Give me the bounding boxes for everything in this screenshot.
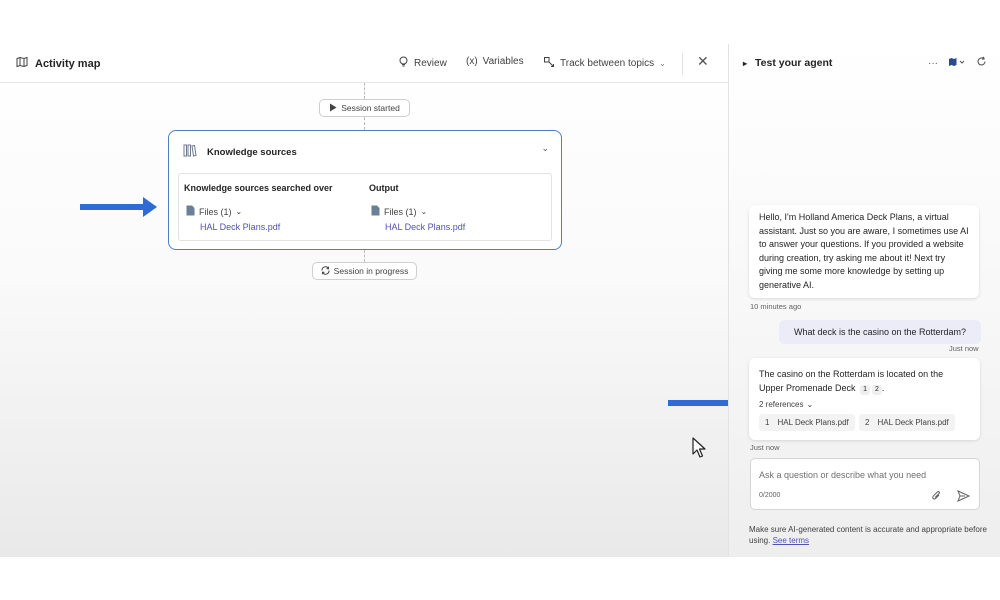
agent-greeting-message: Hello, I'm Holland America Deck Plans, a… (749, 205, 979, 298)
user-message: What deck is the casino on the Rotterdam… (779, 320, 981, 344)
test-agent-panel: ▸ Test your agent ··· Hello, I'm Holland… (728, 44, 1000, 557)
chat-input-box[interactable]: Ask a question or describe what you need… (750, 458, 980, 510)
references-label: 2 references (759, 400, 804, 409)
app-frame: Activity map Review (x) Variables Track … (0, 44, 1000, 557)
more-options-icon[interactable]: ··· (928, 58, 938, 69)
knowledge-details: Knowledge sources searched over Output F… (178, 173, 552, 241)
activity-map-header: Activity map Review (x) Variables Track … (0, 44, 728, 83)
chevron-right-icon: ▸ (743, 58, 748, 68)
track-between-topics-button[interactable]: Track between topics ⌄ (543, 56, 666, 71)
refresh-icon[interactable] (976, 56, 987, 70)
knowledge-sources-heading: Knowledge sources (183, 144, 297, 160)
user-message-timestamp: Just now (949, 344, 979, 353)
chevron-down-icon[interactable]: ⌄ (541, 143, 549, 154)
library-icon (183, 144, 197, 160)
session-started-node[interactable]: Session started (319, 99, 410, 117)
sync-icon (321, 265, 330, 277)
output-file-link[interactable]: HAL Deck Plans.pdf (385, 222, 465, 232)
activity-map-title: Activity map (16, 56, 100, 71)
answer-timestamp: Just now (750, 443, 780, 452)
review-label: Review (414, 58, 447, 69)
answer-text-line: The casino on the Rotterdam is located o… (759, 368, 970, 395)
document-icon (371, 205, 380, 218)
test-agent-title[interactable]: ▸ Test your agent (743, 57, 832, 69)
track-icon (543, 56, 555, 71)
chevron-down-icon: ⌄ (659, 59, 666, 68)
searched-files-toggle[interactable]: Files (1) ⌄ (186, 205, 242, 218)
greeting-text: Hello, I'm Holland America Deck Plans, a… (759, 212, 969, 290)
output-header: Output (369, 183, 399, 193)
test-agent-actions: ··· (928, 56, 987, 70)
references-toggle[interactable]: 2 references ⌄ (759, 398, 813, 412)
reference-chip-1[interactable]: 1 HAL Deck Plans.pdf (759, 414, 855, 431)
chat-input-placeholder[interactable]: Ask a question or describe what you need (759, 470, 926, 480)
user-message-text: What deck is the casino on the Rotterdam… (793, 327, 967, 337)
map-icon (16, 56, 28, 71)
citation-2[interactable]: 2 (871, 384, 882, 395)
output-files-toggle[interactable]: Files (1) ⌄ (371, 205, 427, 218)
activity-map-title-text: Activity map (35, 57, 101, 70)
citation-1[interactable]: 1 (860, 384, 870, 395)
knowledge-sources-title: Knowledge sources (207, 146, 297, 158)
track-label: Track between topics (560, 58, 655, 69)
review-button[interactable]: Review (398, 56, 447, 71)
session-in-progress-node[interactable]: Session in progress (312, 262, 417, 280)
test-agent-title-text: Test your agent (755, 57, 833, 69)
searched-file-link[interactable]: HAL Deck Plans.pdf (200, 222, 280, 232)
test-agent-header: ▸ Test your agent ··· (729, 44, 1000, 83)
chevron-down-icon: ⌄ (806, 400, 814, 409)
answer-end: . (881, 382, 885, 393)
session-in-progress-label: Session in progress (333, 266, 409, 276)
greeting-timestamp: 10 minutes ago (750, 302, 802, 311)
mouse-pointer-icon (692, 437, 708, 464)
variables-button[interactable]: (x) Variables (466, 56, 524, 67)
document-icon (186, 205, 195, 218)
session-started-label: Session started (341, 103, 400, 113)
reference-name: HAL Deck Plans.pdf (877, 417, 949, 427)
flow-connector-mid (364, 117, 365, 130)
character-count: 0/2000 (759, 492, 781, 499)
answer-text: The casino on the Rotterdam is located o… (759, 369, 944, 393)
reference-name: HAL Deck Plans.pdf (777, 417, 849, 427)
chevron-down-icon: ⌄ (235, 207, 243, 216)
see-terms-link[interactable]: See terms (773, 536, 809, 545)
knowledge-sources-card[interactable]: Knowledge sources ⌄ Knowledge sources se… (168, 130, 562, 250)
send-icon[interactable] (957, 490, 971, 505)
header-divider (682, 53, 683, 75)
play-icon (329, 103, 337, 114)
agent-answer-message: The casino on the Rotterdam is located o… (749, 358, 980, 440)
output-files-label: Files (1) (384, 206, 417, 217)
activity-map-toggle-icon[interactable] (948, 57, 966, 70)
variables-label: Variables (482, 56, 524, 67)
searched-files-label: Files (1) (199, 206, 232, 217)
lightbulb-icon (398, 56, 409, 71)
reference-chip-2[interactable]: 2 HAL Deck Plans.pdf (859, 414, 955, 431)
reference-number: 1 (765, 417, 770, 427)
flow-connector-bottom (364, 250, 365, 262)
attach-icon[interactable] (931, 490, 942, 505)
reference-number: 2 (865, 417, 870, 427)
searched-over-header: Knowledge sources searched over (184, 183, 333, 193)
chevron-down-icon: ⌄ (420, 207, 428, 216)
annotation-arrow-left (80, 197, 157, 217)
flow-connector-top (364, 83, 365, 99)
close-icon[interactable]: ✕ (697, 54, 709, 68)
activity-map-panel: Activity map Review (x) Variables Track … (0, 44, 745, 557)
variable-icon: (x) (466, 56, 478, 67)
ai-disclaimer: Make sure AI-generated content is accura… (749, 524, 989, 546)
